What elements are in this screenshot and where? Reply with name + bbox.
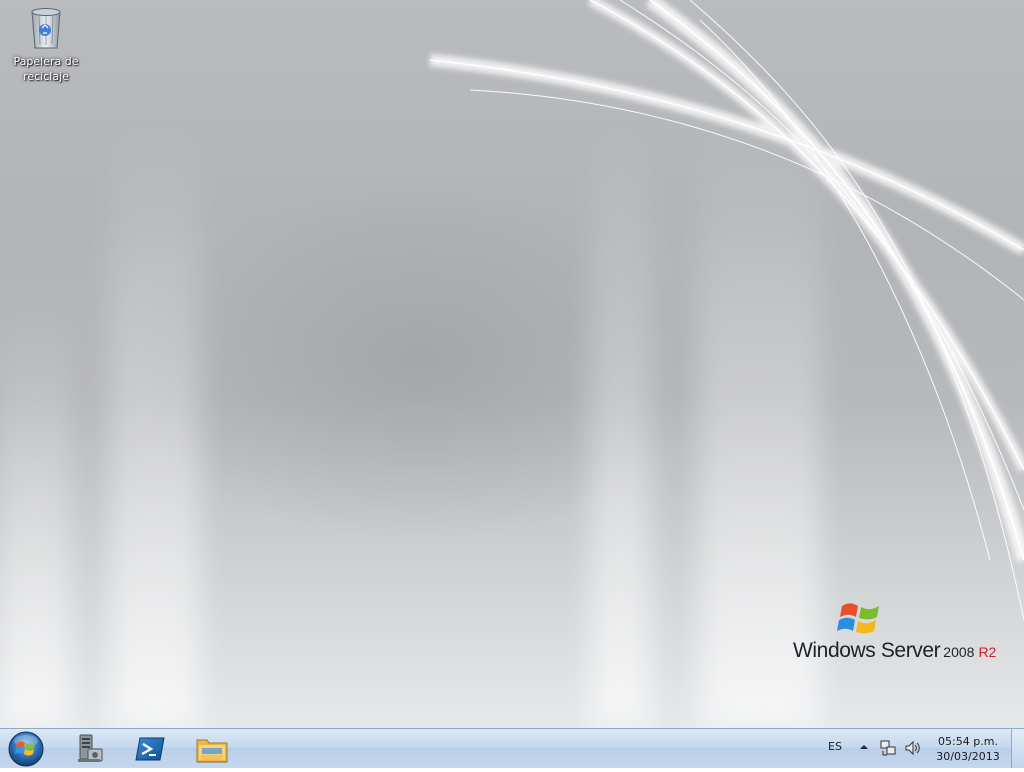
windows-server-brand: Windows Server 2008 R2 — [793, 598, 1013, 668]
clock-date: 30/03/2013 — [936, 750, 1000, 763]
powershell-icon — [135, 737, 165, 761]
brand-version: 2008 — [943, 644, 975, 660]
input-language-indicator[interactable]: ES — [828, 740, 842, 753]
clock-time: 05:54 p.m. — [938, 735, 998, 748]
brand-edition: R2 — [978, 644, 997, 660]
desktop[interactable]: Papelera de reciclaje Windows Server 2008… — [0, 0, 1024, 728]
recycle-bin-label: Papelera de reciclaje — [13, 55, 79, 83]
show-hidden-icons-chevron-icon[interactable] — [859, 743, 869, 751]
windows-flag-logo-icon — [837, 603, 879, 634]
server-manager-icon — [78, 734, 103, 762]
taskbar-pinned-powershell[interactable] — [124, 731, 176, 767]
recycle-bin-shortcut[interactable]: Papelera de reciclaje — [6, 6, 86, 84]
taskbar-pinned-server-manager[interactable] — [64, 731, 116, 767]
volume-icon[interactable] — [904, 739, 922, 757]
taskbar: ES 05:54 p.m. 30/03/2013 — [0, 728, 1024, 768]
show-desktop-button[interactable] — [1011, 729, 1024, 768]
file-explorer-icon — [196, 739, 228, 763]
taskbar-clock[interactable]: 05:54 p.m. 30/03/2013 — [930, 734, 1006, 764]
start-button[interactable] — [4, 730, 48, 768]
brand-product: Windows Server — [793, 639, 941, 662]
brand-wordmark: Windows Server 2008 R2 — [793, 639, 996, 663]
network-icon[interactable] — [880, 739, 898, 757]
windows-orb-icon — [8, 731, 44, 767]
taskbar-pinned-file-explorer[interactable] — [186, 731, 238, 767]
recycle-bin-icon — [31, 8, 61, 49]
